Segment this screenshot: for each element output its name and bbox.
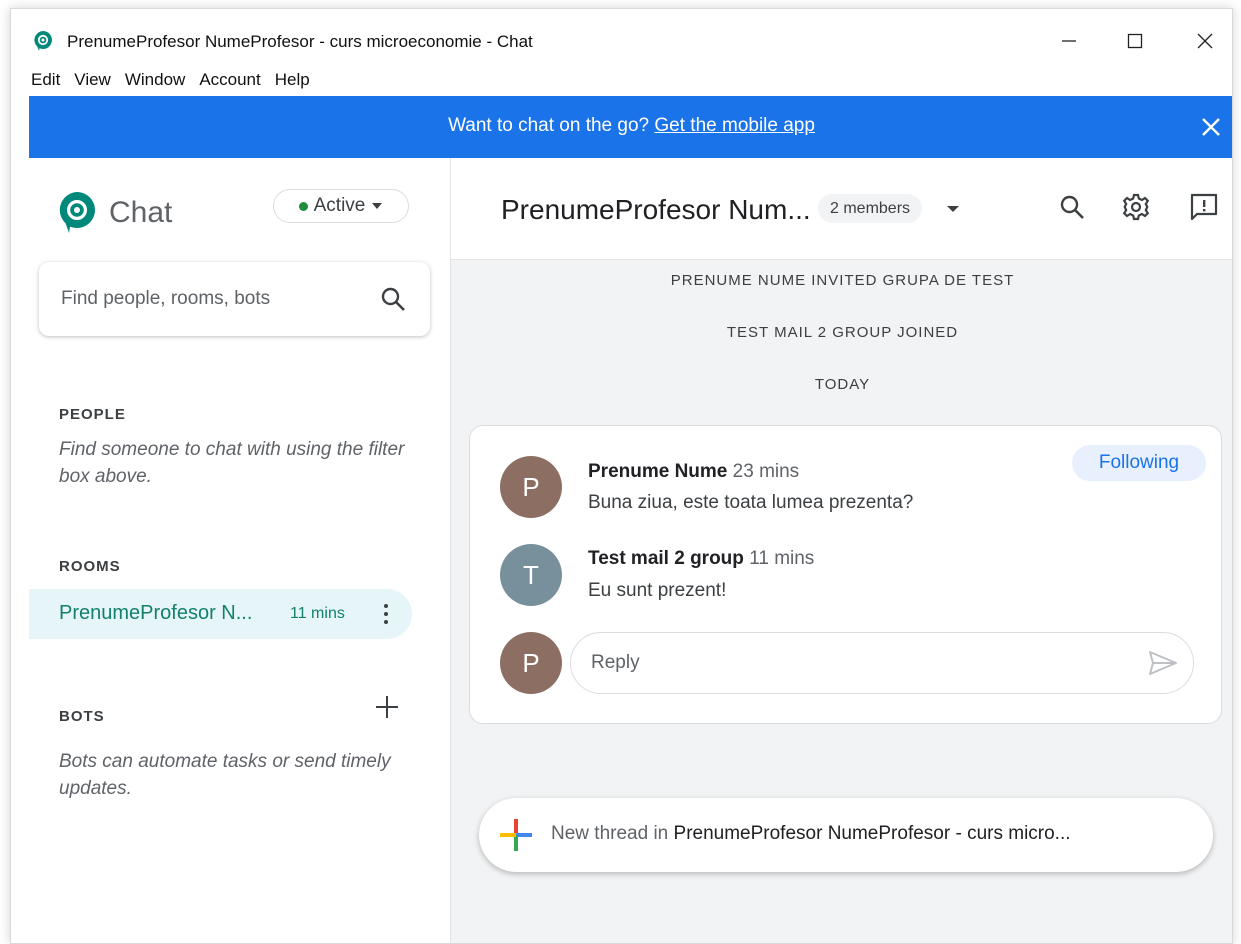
maximize-icon (1127, 33, 1143, 49)
close-icon (1202, 118, 1220, 136)
settings-button[interactable] (1119, 190, 1153, 224)
send-icon[interactable] (1147, 649, 1179, 677)
chat-logo-icon (59, 192, 95, 233)
banner-message: Want to chat on the go? (448, 115, 650, 136)
app-name: Chat (109, 196, 173, 229)
date-divider: TODAY (814, 376, 871, 393)
banner-text-row: Want to chat on the go? Get the mobile a… (29, 115, 1232, 137)
people-header: PEOPLE (59, 406, 126, 423)
rooms-header: ROOMS (59, 558, 121, 575)
search-icon (1060, 195, 1084, 219)
mobile-app-banner: Want to chat on the go? Get the mobile a… (29, 96, 1232, 158)
close-icon (1197, 33, 1213, 49)
menu-account[interactable]: Account (199, 70, 260, 92)
search-box (39, 262, 430, 336)
message-text: Buna ziua, este toata lumea prezenta? (588, 492, 914, 513)
message-author: Test mail 2 group (588, 548, 744, 569)
gear-icon (1122, 193, 1150, 221)
feedback-button[interactable] (1187, 190, 1221, 224)
status-dot-icon (298, 201, 308, 211)
app-window: PrenumeProfesor NumeProfesor - curs micr… (10, 8, 1233, 944)
reply-input[interactable] (589, 651, 1113, 675)
dismiss-banner-button[interactable] (1194, 110, 1228, 144)
new-thread-room: PrenumeProfesor NumeProfesor - curs micr… (673, 823, 1071, 844)
system-message: PRENUME NUME INVITED GRUPA DE TEST (670, 272, 1015, 289)
message-header: Prenume Nume 23 mins (588, 461, 799, 483)
sidebar: Chat Active PEOPLE Find someone to chat … (29, 158, 451, 943)
more-vert-icon[interactable] (377, 599, 395, 629)
menu-window[interactable]: Window (125, 70, 185, 92)
search-icon[interactable] (380, 286, 406, 312)
minimize-icon (1062, 40, 1076, 42)
following-button[interactable]: Following (1072, 445, 1206, 481)
room-header: PrenumeProfesor Num... 2 members (451, 158, 1232, 260)
room-title[interactable]: PrenumeProfesor Num... (501, 194, 811, 226)
message-time: 23 mins (732, 461, 800, 482)
avatar: T (500, 544, 562, 606)
add-bot-icon[interactable] (374, 694, 400, 720)
search-button[interactable] (1055, 190, 1089, 224)
menu-edit[interactable]: Edit (31, 70, 60, 92)
menu-bar: Edit View Window Account Help (31, 70, 310, 92)
room-name: PrenumeProfesor N... (59, 602, 253, 624)
minimize-button[interactable] (1047, 23, 1091, 59)
bots-header: BOTS (59, 708, 105, 725)
message-header: Test mail 2 group 11 mins (588, 548, 814, 570)
chat-app-icon (34, 31, 52, 51)
status-label: Active (313, 195, 366, 216)
message-text: Eu sunt prezent! (588, 580, 727, 601)
room-time: 11 mins (290, 605, 345, 622)
maximize-button[interactable] (1113, 23, 1157, 59)
search-input[interactable] (59, 287, 363, 311)
people-hint: Find someone to chat with using the filt… (59, 439, 405, 487)
avatar: P (500, 632, 562, 694)
new-thread-prefix: New thread in (551, 823, 669, 844)
colored-plus-icon (500, 819, 532, 851)
message-author: Prenume Nume (588, 461, 728, 482)
main-panel: PrenumeProfesor Num... 2 members PRENUME… (451, 158, 1232, 943)
new-thread-button[interactable]: New thread in PrenumeProfesor NumeProfes… (479, 798, 1213, 872)
window-title: PrenumeProfesor NumeProfesor - curs micr… (67, 32, 533, 51)
menu-help[interactable]: Help (275, 70, 310, 92)
avatar: P (500, 456, 562, 518)
system-message: TEST MAIL 2 GROUP JOINED (726, 324, 959, 341)
room-item[interactable]: PrenumeProfesor N... 11 mins (29, 589, 412, 639)
caret-down-icon[interactable] (946, 205, 960, 213)
members-chip[interactable]: 2 members (818, 194, 923, 223)
caret-down-icon (372, 203, 383, 209)
message-time: 11 mins (749, 548, 815, 569)
reply-box (570, 632, 1194, 694)
status-dropdown[interactable]: Active (273, 189, 409, 223)
title-bar: PrenumeProfesor NumeProfesor - curs micr… (11, 9, 1232, 61)
menu-view[interactable]: View (74, 70, 111, 92)
get-mobile-app-link[interactable]: Get the mobile app (654, 115, 815, 136)
feedback-icon (1190, 193, 1218, 221)
close-window-button[interactable] (1183, 23, 1227, 59)
bots-hint: Bots can automate tasks or send timely u… (59, 751, 391, 799)
new-thread-label: New thread in PrenumeProfesor NumeProfes… (551, 823, 1071, 845)
thread-card: Following P Prenume Nume 23 mins Buna zi… (469, 425, 1222, 724)
